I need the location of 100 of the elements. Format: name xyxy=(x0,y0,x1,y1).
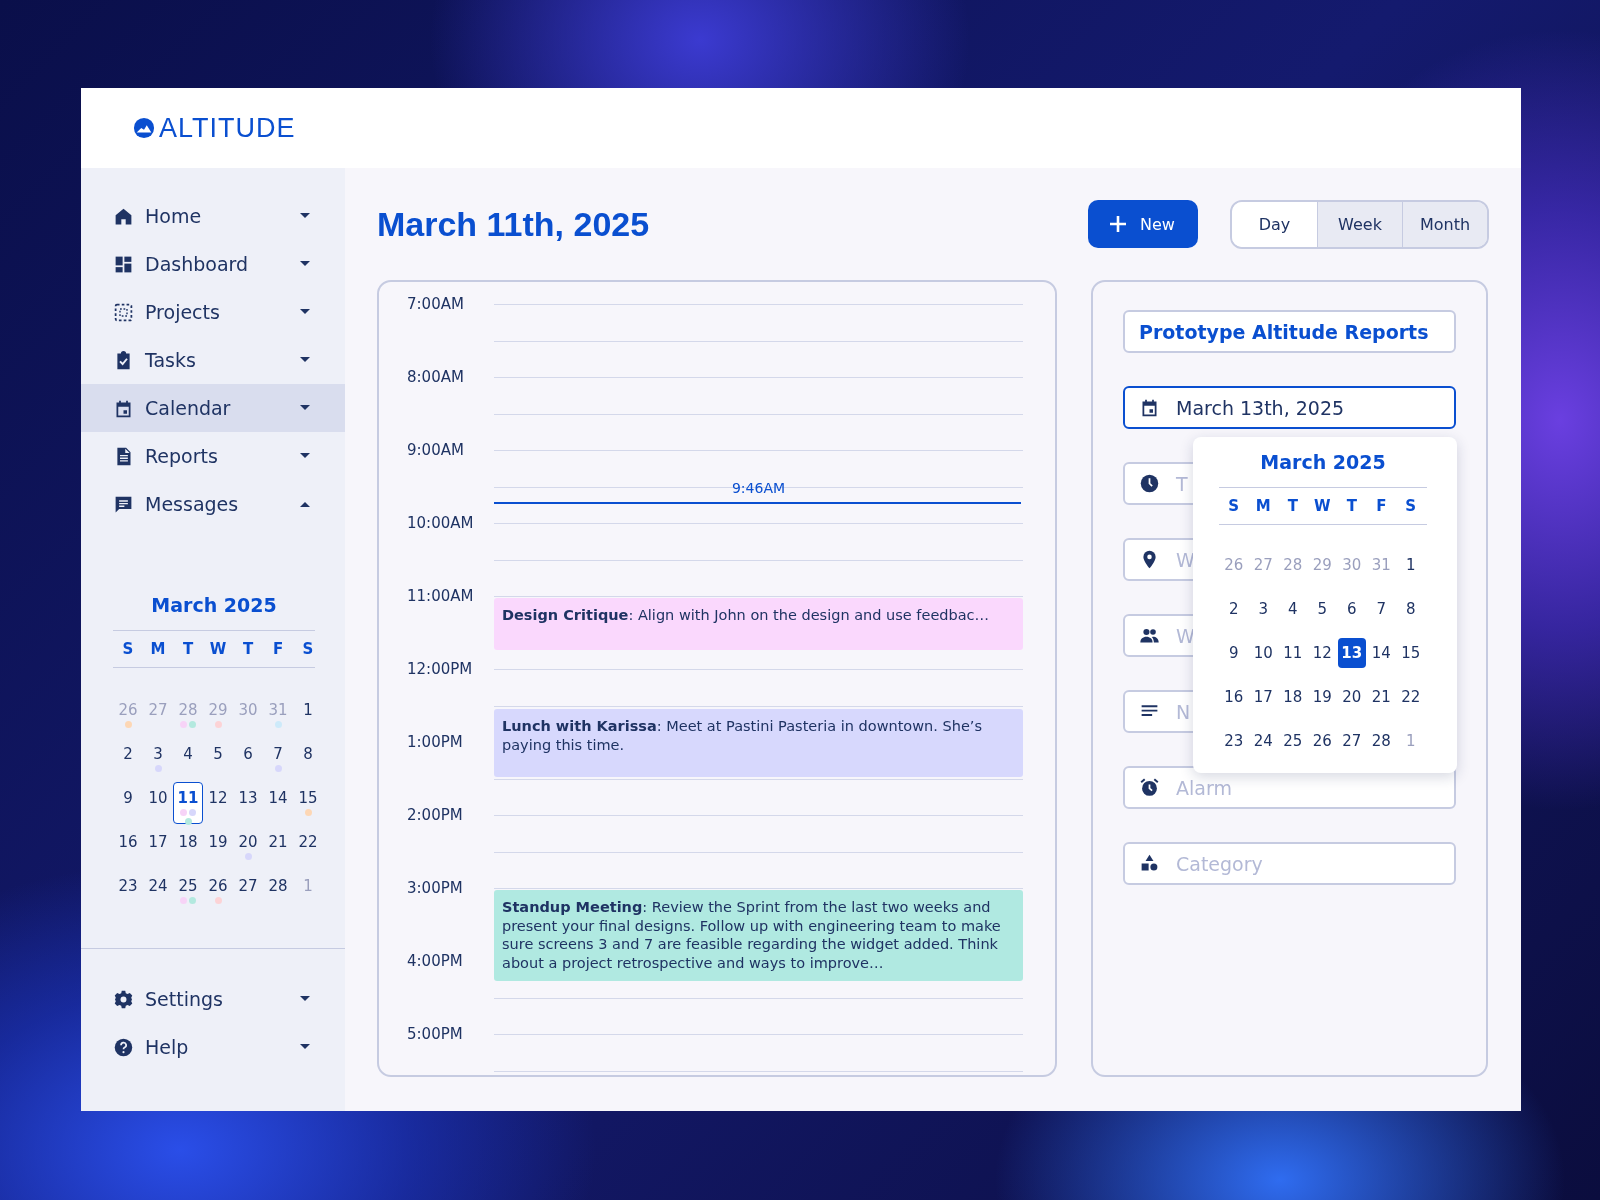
day-button[interactable]: 1 xyxy=(1396,550,1425,580)
day-number: 7 xyxy=(273,745,283,763)
day-button[interactable]: 28 xyxy=(1367,726,1396,756)
weekday-label: S xyxy=(1227,497,1241,515)
calendar-title: March 2025 xyxy=(1259,451,1387,473)
day-cell[interactable]: 21 xyxy=(263,826,293,868)
day-number: 20 xyxy=(238,833,258,851)
alarm-clock-icon xyxy=(1139,777,1160,798)
hour-label: 8:00AM xyxy=(406,368,464,386)
day-number: 26 xyxy=(118,701,138,719)
hour-label: 10:00AM xyxy=(406,514,474,532)
day-cell[interactable]: 20 xyxy=(233,826,263,868)
brand-name: ALTITUDE xyxy=(159,112,296,144)
view-tab[interactable]: Week xyxy=(1317,201,1402,247)
nav-item[interactable]: Settings xyxy=(81,975,345,1023)
caret-icon xyxy=(299,308,311,316)
day-cell[interactable]: 7 xyxy=(263,738,293,780)
nav-item[interactable]: Calendar xyxy=(81,384,345,432)
event-card[interactable]: Lunch with Karissa: Meet at Pastini Pasteria in downtown. She’s paying this time. xyxy=(494,709,1023,777)
day-cell[interactable]: 13 xyxy=(233,782,263,824)
current-time-label: 9:46AM xyxy=(730,480,787,496)
day-button[interactable]: 7 xyxy=(1367,594,1396,624)
hour-label: 2:00PM xyxy=(406,806,463,824)
hour-label: 11:00AM xyxy=(406,587,474,605)
day-button[interactable]: 17 xyxy=(1249,682,1278,712)
nav-item[interactable]: Tasks xyxy=(81,336,345,384)
day-cell[interactable]: 4 xyxy=(173,738,203,780)
day-number: 19 xyxy=(208,833,228,851)
day-cell[interactable]: 18 xyxy=(173,826,203,868)
day-cell[interactable]: 17 xyxy=(143,826,173,868)
day-button[interactable]: 5 xyxy=(1308,594,1337,624)
event-card[interactable]: Design Critique: Align with John on the design and use feedbac… xyxy=(494,598,1023,650)
day-button[interactable]: 8 xyxy=(1396,594,1425,624)
day-cell[interactable]: 1 xyxy=(293,694,323,736)
weekday-label: T xyxy=(1345,497,1358,515)
date-field[interactable]: March 13th, 2025 xyxy=(1123,386,1456,429)
day-number: 3 xyxy=(153,745,163,763)
weekday-label: T xyxy=(241,640,255,658)
day-cell[interactable]: 15 xyxy=(293,782,323,824)
nav-item[interactable]: Projects xyxy=(81,288,345,336)
day-button[interactable]: 13 xyxy=(1337,638,1366,668)
day-button[interactable]: 19 xyxy=(1308,682,1337,712)
day-button[interactable]: 9 xyxy=(1219,638,1248,668)
day-button[interactable]: 16 xyxy=(1219,682,1248,712)
day-button[interactable]: 21 xyxy=(1367,682,1396,712)
day-number: 29 xyxy=(208,701,228,719)
day-cell[interactable]: 9 xyxy=(113,782,143,824)
day-button[interactable]: 27 xyxy=(1337,726,1366,756)
weekday-label: S xyxy=(1404,497,1418,515)
nav-item[interactable]: Home xyxy=(81,192,345,240)
day-button[interactable]: 2 xyxy=(1219,594,1248,624)
day-cell[interactable]: 28 xyxy=(263,870,293,912)
view-tab[interactable]: Day xyxy=(1232,201,1317,247)
day-cell[interactable]: 25 xyxy=(173,870,203,912)
day-cell[interactable]: 11 xyxy=(173,782,203,824)
day-cell[interactable]: 26 xyxy=(203,870,233,912)
day-button[interactable]: 11 xyxy=(1278,638,1307,668)
hour-label: 3:00PM xyxy=(406,879,463,897)
day-number: 12 xyxy=(208,789,228,807)
day-cell[interactable]: 8 xyxy=(293,738,323,780)
nav-item[interactable]: Messages xyxy=(81,480,345,528)
nav-item[interactable]: Dashboard xyxy=(81,240,345,288)
day-cell[interactable]: 2 xyxy=(113,738,143,780)
day-button[interactable]: 26 xyxy=(1308,726,1337,756)
day-cell[interactable]: 23 xyxy=(113,870,143,912)
day-cell[interactable]: 3 xyxy=(143,738,173,780)
day-cell[interactable]: 12 xyxy=(203,782,233,824)
day-button[interactable]: 12 xyxy=(1308,638,1337,668)
day-button[interactable]: 24 xyxy=(1249,726,1278,756)
day-button[interactable]: 14 xyxy=(1367,638,1396,668)
new-button[interactable]: New xyxy=(1088,200,1198,248)
title-field[interactable]: Prototype Altitude Reports xyxy=(1123,310,1456,353)
day-button[interactable]: 3 xyxy=(1249,594,1278,624)
day-cell[interactable]: 24 xyxy=(143,870,173,912)
day-button[interactable]: 20 xyxy=(1337,682,1366,712)
day-cell[interactable]: 22 xyxy=(293,826,323,868)
day-number: 31 xyxy=(268,701,288,719)
hour-label: 4:00PM xyxy=(406,952,463,970)
day-button[interactable]: 4 xyxy=(1278,594,1307,624)
day-button[interactable]: 23 xyxy=(1219,726,1248,756)
event-card[interactable]: Standup Meeting: Review the Sprint from the last two weeks and present your final designs. Follow up with engineering team to make sure screens 3 and 7 are feasible regarding the widget added. Think about a project retrospective and ways to improve… xyxy=(494,890,1023,981)
nav-item[interactable]: Reports xyxy=(81,432,345,480)
day-button[interactable]: 10 xyxy=(1249,638,1278,668)
day-cell[interactable]: 16 xyxy=(113,826,143,868)
hour-label: 12:00PM xyxy=(406,660,473,678)
day-cell[interactable]: 14 xyxy=(263,782,293,824)
nav-item[interactable]: Help xyxy=(81,1023,345,1071)
view-tab[interactable]: Month xyxy=(1402,201,1487,247)
day-button[interactable]: 22 xyxy=(1396,682,1425,712)
day-button[interactable]: 15 xyxy=(1396,638,1425,668)
day-cell[interactable]: 5 xyxy=(203,738,233,780)
day-button[interactable]: 18 xyxy=(1278,682,1307,712)
day-cell[interactable]: 27 xyxy=(233,870,263,912)
day-cell[interactable]: 19 xyxy=(203,826,233,868)
day-cell[interactable]: 6 xyxy=(233,738,263,780)
day-number: 17 xyxy=(148,833,168,851)
day-button[interactable]: 25 xyxy=(1278,726,1307,756)
day-number: 4 xyxy=(183,745,193,763)
day-button[interactable]: 6 xyxy=(1337,594,1366,624)
day-cell[interactable]: 10 xyxy=(143,782,173,824)
